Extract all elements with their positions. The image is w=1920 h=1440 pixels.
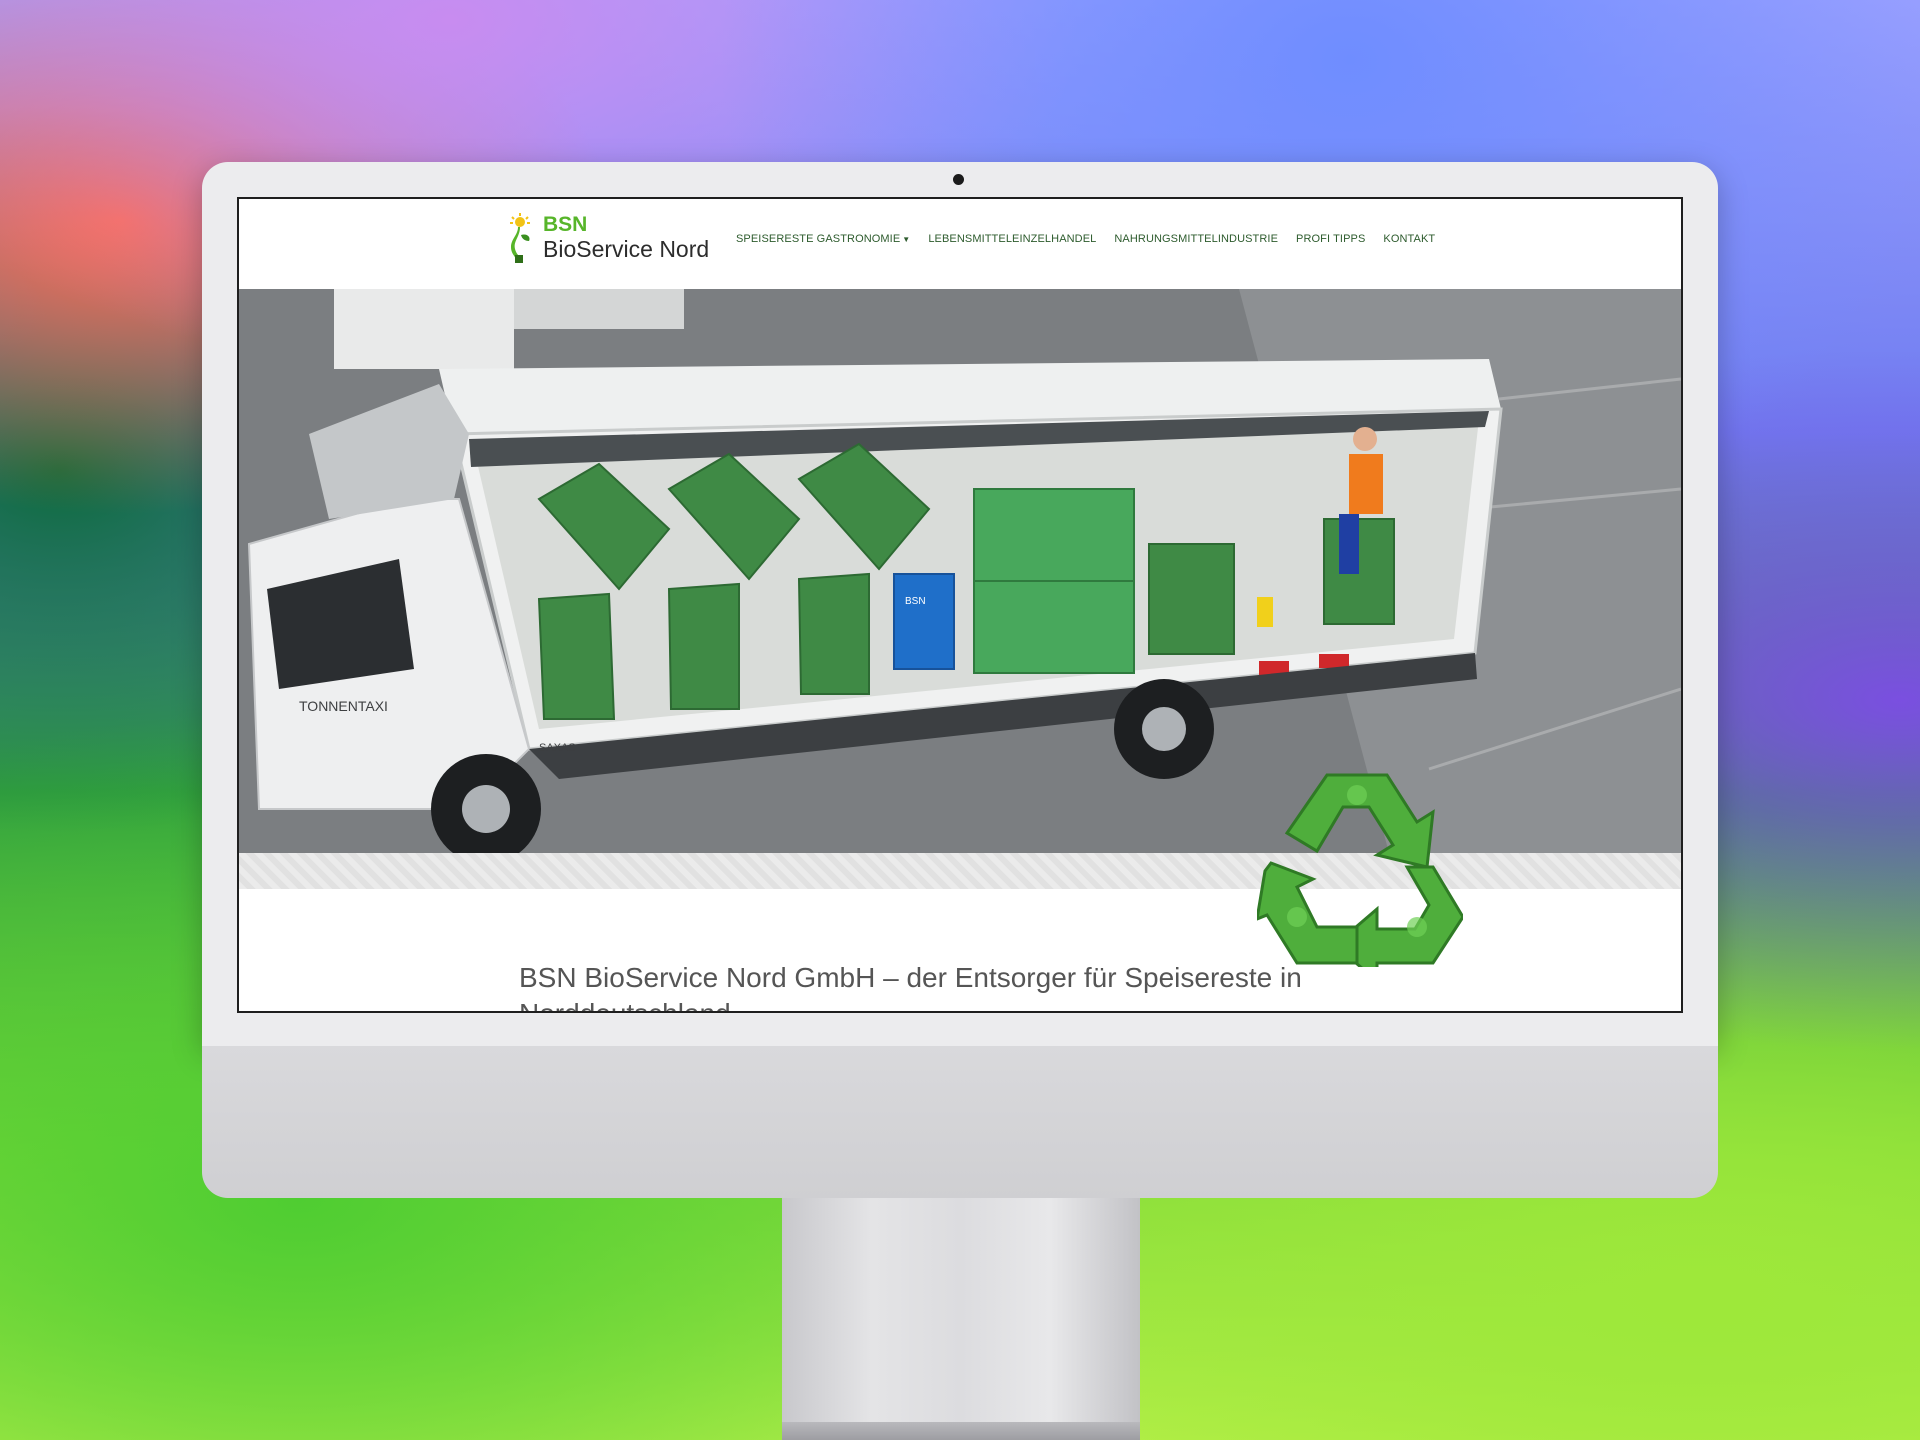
nav-item-profi-tipps[interactable]: PROFI TIPPS (1296, 233, 1365, 245)
recycle-icon (1257, 773, 1463, 967)
site-logo[interactable]: BSN BioService Nord (507, 213, 717, 273)
camera-icon (953, 174, 964, 185)
hero-image: BSN TONNENTAXI SAXAS (239, 289, 1681, 853)
main-navigation: SPEISERESTE GASTRONOMIE ▼ LEBENSMITTELEIN… (736, 229, 1435, 249)
nav-item-kontakt[interactable]: KONTAKT (1383, 233, 1435, 245)
sunflower-logo-icon (510, 213, 530, 263)
monitor-stand (782, 1198, 1140, 1440)
caret-down-icon: ▼ (902, 235, 911, 244)
nav-item-nahrungsmittelindustrie[interactable]: NAHRUNGSMITTELINDUSTRIE (1114, 233, 1278, 245)
nav-item-label: SPEISERESTE GASTRONOMIE (736, 233, 901, 245)
nav-item-speisereste-gastronomie[interactable]: SPEISERESTE GASTRONOMIE ▼ (736, 233, 910, 245)
logo-short-text: BSN (543, 213, 588, 236)
pattern-band (239, 853, 1681, 889)
logo-name-text: BioService Nord (543, 236, 710, 262)
site-header: BSN BioService Nord SPEISERESTE GASTRONO… (239, 199, 1681, 289)
truck-brand-text: SAXAS (539, 742, 576, 754)
cab-text: TONNENTAXI (299, 698, 388, 714)
browser-screen: BSN BioService Nord SPEISERESTE GASTRONO… (237, 197, 1683, 1013)
bin-label: BSN (905, 596, 926, 607)
nav-item-lebensmitteleinzelhandel[interactable]: LEBENSMITTELEINZELHANDEL (928, 233, 1096, 245)
truck-illustration: BSN TONNENTAXI SAXAS (239, 289, 1681, 853)
page-heading: BSN BioService Nord GmbH – der Entsorger… (519, 962, 1302, 1011)
monitor-chin (202, 1046, 1718, 1198)
monitor-stand-base (782, 1422, 1140, 1440)
